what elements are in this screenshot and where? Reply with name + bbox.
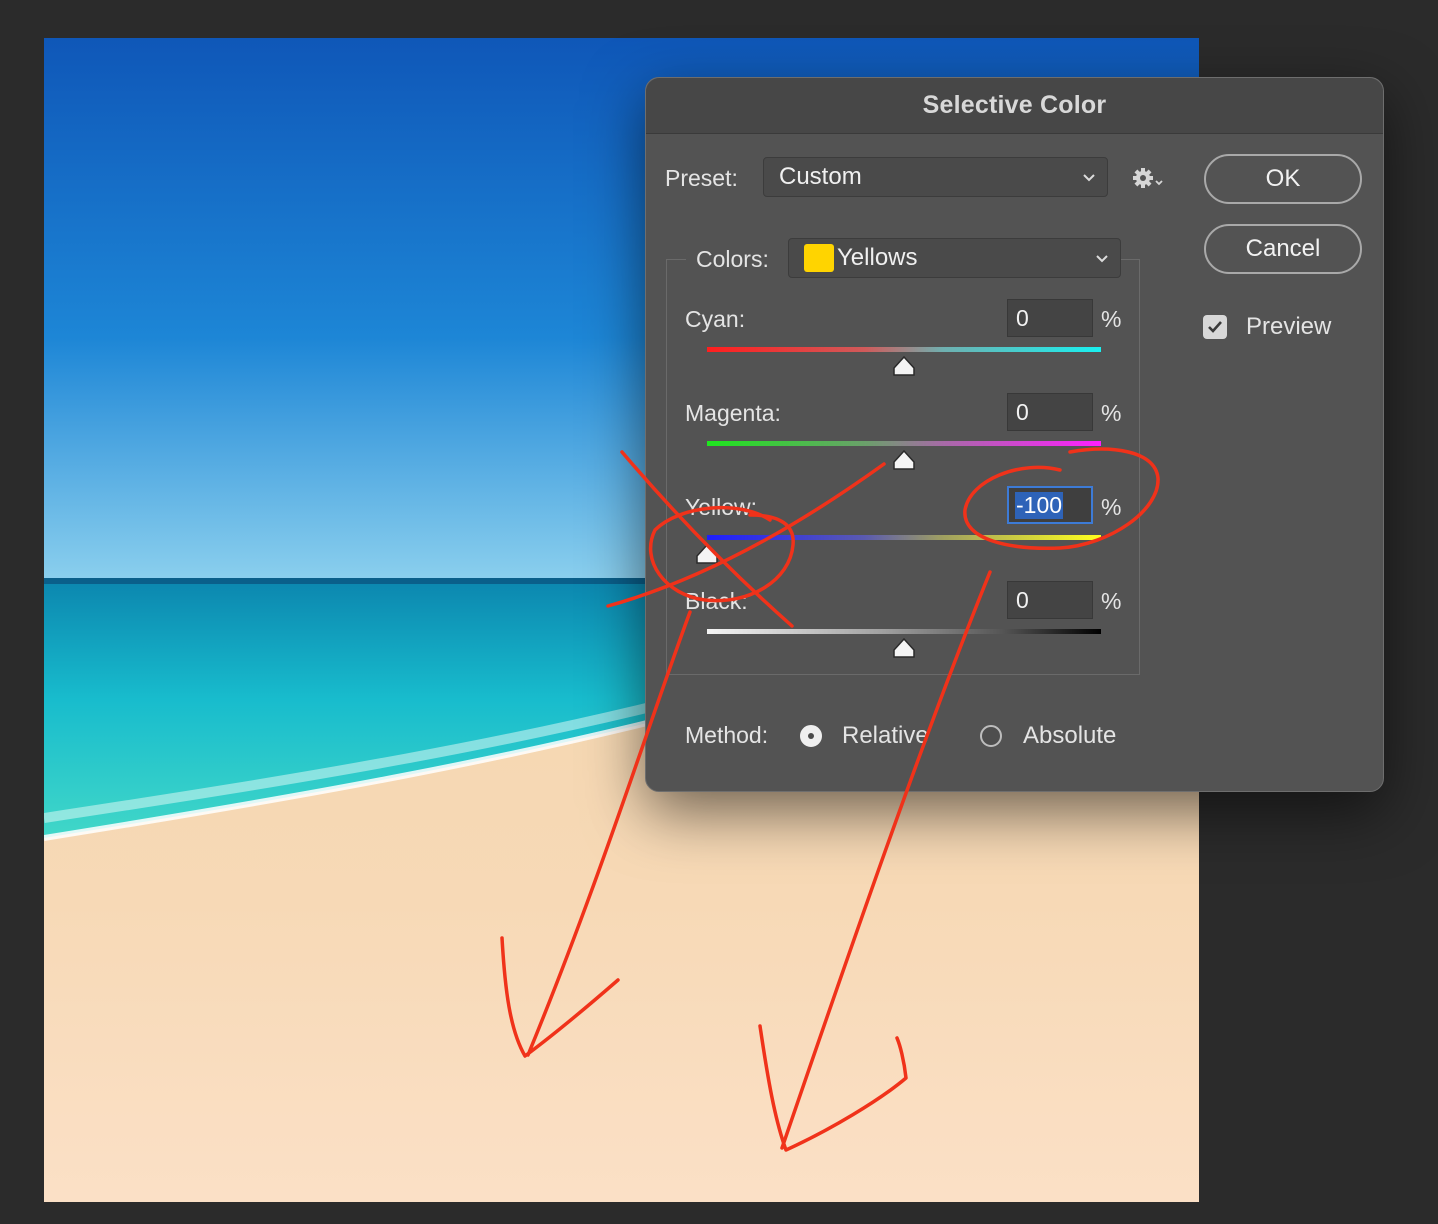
method-relative-radio[interactable] xyxy=(800,725,822,747)
black-label: Black: xyxy=(685,588,748,614)
cancel-button[interactable]: Cancel xyxy=(1204,224,1362,274)
cyan-slider-track[interactable] xyxy=(707,347,1101,352)
yellow-percent: % xyxy=(1101,494,1122,520)
black-value-field[interactable]: 0 xyxy=(1007,581,1093,619)
gear-icon[interactable] xyxy=(1132,166,1166,190)
black-percent: % xyxy=(1101,588,1122,614)
ok-button[interactable]: OK xyxy=(1204,154,1362,204)
cyan-value: 0 xyxy=(1016,304,1029,331)
cyan-label: Cyan: xyxy=(685,306,746,332)
method-relative-label: Relative xyxy=(842,722,929,749)
yellow-swatch xyxy=(804,244,834,272)
cyan-percent: % xyxy=(1101,306,1122,332)
method-label: Method: xyxy=(685,722,769,748)
black-slider-track[interactable] xyxy=(707,629,1101,634)
preset-select[interactable]: Custom xyxy=(763,157,1108,197)
black-value: 0 xyxy=(1016,586,1029,613)
preset-value: Custom xyxy=(779,163,862,190)
yellow-value-field[interactable]: -100 xyxy=(1007,486,1093,524)
magenta-value: 0 xyxy=(1016,398,1029,425)
magenta-value-field[interactable]: 0 xyxy=(1007,393,1093,431)
magenta-percent: % xyxy=(1101,400,1122,426)
preview-label: Preview xyxy=(1246,313,1332,340)
magenta-label: Magenta: xyxy=(685,400,781,426)
yellow-label: Yellow: xyxy=(685,494,758,520)
method-absolute-radio[interactable] xyxy=(980,725,1002,747)
preview-checkbox[interactable] xyxy=(1203,315,1227,339)
method-absolute-label: Absolute xyxy=(1023,722,1117,749)
yellow-slider-track[interactable] xyxy=(707,535,1101,540)
dialog-title: Selective Color xyxy=(922,91,1107,119)
preset-label: Preset: xyxy=(665,165,738,191)
yellow-value: -100 xyxy=(1015,491,1064,519)
colors-select[interactable]: Yellows xyxy=(788,238,1121,278)
black-slider-thumb[interactable] xyxy=(892,637,916,659)
colors-value: Yellows xyxy=(837,244,918,271)
cyan-slider-thumb[interactable] xyxy=(892,355,916,377)
checkmark-icon xyxy=(1208,321,1222,333)
colors-label: Colors: xyxy=(696,246,769,272)
yellow-slider-thumb[interactable] xyxy=(695,543,719,565)
chevron-down-icon xyxy=(1096,255,1108,263)
magenta-slider-thumb[interactable] xyxy=(892,449,916,471)
cyan-value-field[interactable]: 0 xyxy=(1007,299,1093,337)
chevron-down-icon xyxy=(1083,174,1095,182)
selective-color-dialog: Selective Color Preset: Custom OK Cancel… xyxy=(645,77,1384,792)
dialog-title-bar[interactable]: Selective Color xyxy=(646,78,1383,134)
magenta-slider-track[interactable] xyxy=(707,441,1101,446)
